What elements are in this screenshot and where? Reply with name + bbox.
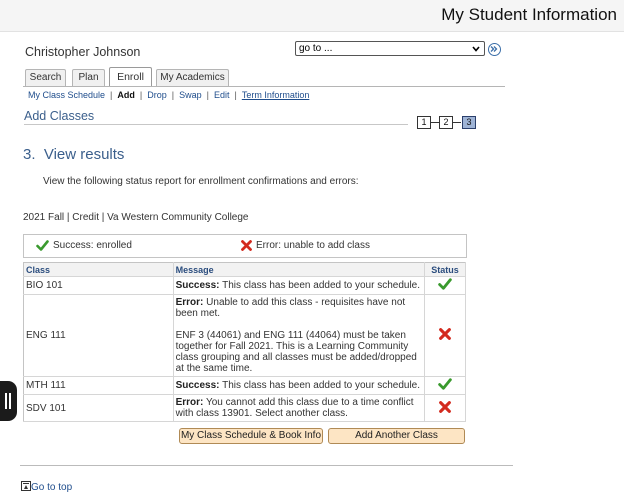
enroll-subnav: My Class Schedule | Add | Drop | Swap | Edit | Ter… [28,90,310,100]
add-another-class-button[interactable]: Add Another Class [328,428,465,444]
title-divider [24,124,408,125]
row-status [424,376,466,395]
goto-dropdown[interactable]: go to ... [295,41,485,56]
row-class: ENG 111 [23,294,174,377]
go-to-top-link[interactable]: Go to top [21,481,72,493]
checkmark-icon [36,240,49,251]
tab-search-label: Search [29,72,62,83]
section-heading: 3. View results [23,146,125,163]
instructions-text: View the following status report for enr… [43,176,359,187]
step-1: 1 [417,116,431,129]
tab-plan-label: Plan [78,72,99,83]
table-row: MTH 111 Success: This class has been add… [23,376,466,395]
go-button[interactable] [488,43,501,56]
tab-enroll[interactable]: Enroll [109,67,152,87]
row-class: MTH 111 [23,376,174,395]
legend-success-label: Success: enrolled [53,240,132,252]
step-3-current: 3 [462,116,476,129]
table-row: BIO 101 Success: This class has been add… [23,276,466,295]
message-text: This class has been added to your schedu… [219,380,421,391]
go-to-top-label: Go to top [31,482,73,493]
tab-plan[interactable]: Plan [72,69,105,87]
table-row: ENG 111 Error: Unable to add this class … [23,294,466,377]
x-icon [439,400,451,413]
subnav-term-information[interactable]: Term Information [242,90,310,100]
row-class: SDV 101 [23,394,174,422]
message-lead: Success: [175,380,220,391]
row-message: Error: Unable to add this class - requis… [173,294,426,377]
subnav-swap[interactable]: Swap [179,90,202,100]
row-status [424,276,466,295]
arrow-up-to-top-icon [21,481,31,491]
tab-search[interactable]: Search [25,69,66,87]
goto-dropdown-value: go to ... [299,43,333,54]
message-lead: Error: [175,397,204,408]
message-lead: Error: [175,297,204,308]
step-connector [453,122,461,123]
checkmark-icon [438,378,452,390]
results-table: Class Message Status BIO 101 Success: Th… [23,262,466,422]
step-2: 2 [439,116,453,129]
tab-my-academics-label: My Academics [160,72,225,83]
message-text: You cannot add this class due to a time … [175,397,414,419]
row-message: Success: This class has been added to yo… [173,276,426,295]
message-text: This class has been added to your schedu… [219,280,421,291]
subnav-my-class-schedule[interactable]: My Class Schedule [28,90,105,100]
subnav-drop[interactable]: Drop [147,90,167,100]
page-title: Add Classes [24,109,95,123]
side-panel-handle[interactable] [0,381,17,421]
checkmark-icon [438,278,452,290]
row-message: Success: This class has been added to yo… [173,376,426,395]
x-icon [439,328,451,340]
my-class-schedule-book-info-button[interactable]: My Class Schedule & Book Info [179,428,323,444]
student-name: Christopher Johnson [25,45,141,59]
row-status [424,294,466,377]
legend-error-label: Error: unable to add class [256,240,370,252]
message-detail: ENF 3 (44061) and ENG 111 (44064) must b… [175,330,417,374]
tab-my-academics[interactable]: My Academics [156,69,229,87]
header-status: Status [424,262,466,277]
row-class: BIO 101 [23,276,174,295]
subnav-edit[interactable]: Edit [214,90,230,100]
double-chevron-right-icon [490,46,498,52]
x-icon [241,240,252,251]
status-legend: Success: enrolled Error: unable to add c… [23,234,467,258]
tab-enroll-label: Enroll [117,71,144,83]
banner-title: My Student Information [441,5,617,24]
tab-divider [23,86,505,87]
subnav-add: Add [117,90,135,100]
footer-divider [20,465,513,466]
term-info: 2021 Fall | Credit | Va Western Communit… [23,212,249,223]
table-row: SDV 101 Error: You cannot add this class… [23,394,466,422]
message-text: Unable to add this class - requisites ha… [175,297,406,319]
header-class: Class [23,262,174,277]
legend-error: Error: unable to add class [241,240,370,251]
header-message: Message [173,262,426,277]
legend-success: Success: enrolled [36,240,132,251]
row-status [424,394,466,422]
step-connector [431,122,439,123]
top-banner: My Student Information [0,0,624,32]
table-header-row: Class Message Status [23,262,466,277]
chevron-down-icon [472,46,480,52]
message-lead: Success: [175,280,220,291]
row-message: Error: You cannot add this class due to … [173,394,426,422]
